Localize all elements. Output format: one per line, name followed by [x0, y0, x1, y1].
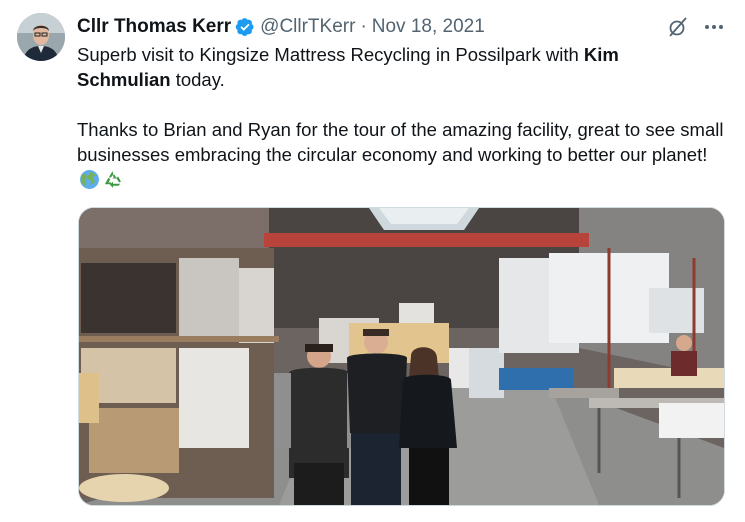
tweet-para2-text: Thanks to Brian and Ryan for the tour of…: [77, 119, 724, 165]
recycle-emoji-icon: [105, 171, 121, 188]
tweet-header: Cllr Thomas Kerr @CllrTKerr · Nov 18, 20…: [77, 14, 485, 40]
tweet-line1-suffix: today.: [170, 69, 225, 90]
tweet-top-actions: [666, 15, 726, 39]
tweet-line1-prefix: Superb visit to Kingsize Mattress Recycl…: [77, 44, 584, 65]
author-handle[interactable]: @CllrTKerr: [260, 16, 355, 38]
tweet-paragraph-1: Superb visit to Kingsize Mattress Recycl…: [77, 42, 732, 92]
author-name[interactable]: Cllr Thomas Kerr: [77, 16, 231, 38]
verified-badge-icon: [235, 18, 254, 36]
avatar-photo: [17, 13, 65, 61]
mention-first[interactable]: Kim: [584, 44, 619, 65]
tweet-text: Superb visit to Kingsize Mattress Recycl…: [77, 42, 732, 192]
tweet-photo[interactable]: [78, 207, 725, 506]
mention-second[interactable]: Schmulian: [77, 69, 171, 90]
tweet-paragraph-2: Thanks to Brian and Ryan for the tour of…: [77, 117, 732, 192]
globe-emoji-icon: [80, 170, 99, 189]
separator-dot: ·: [360, 16, 367, 37]
tweet-date[interactable]: Nov 18, 2021: [372, 16, 485, 38]
more-icon[interactable]: [702, 15, 726, 39]
photo-mattress-warehouse: [79, 208, 724, 505]
grok-icon[interactable]: [666, 15, 690, 39]
avatar[interactable]: [17, 13, 65, 61]
